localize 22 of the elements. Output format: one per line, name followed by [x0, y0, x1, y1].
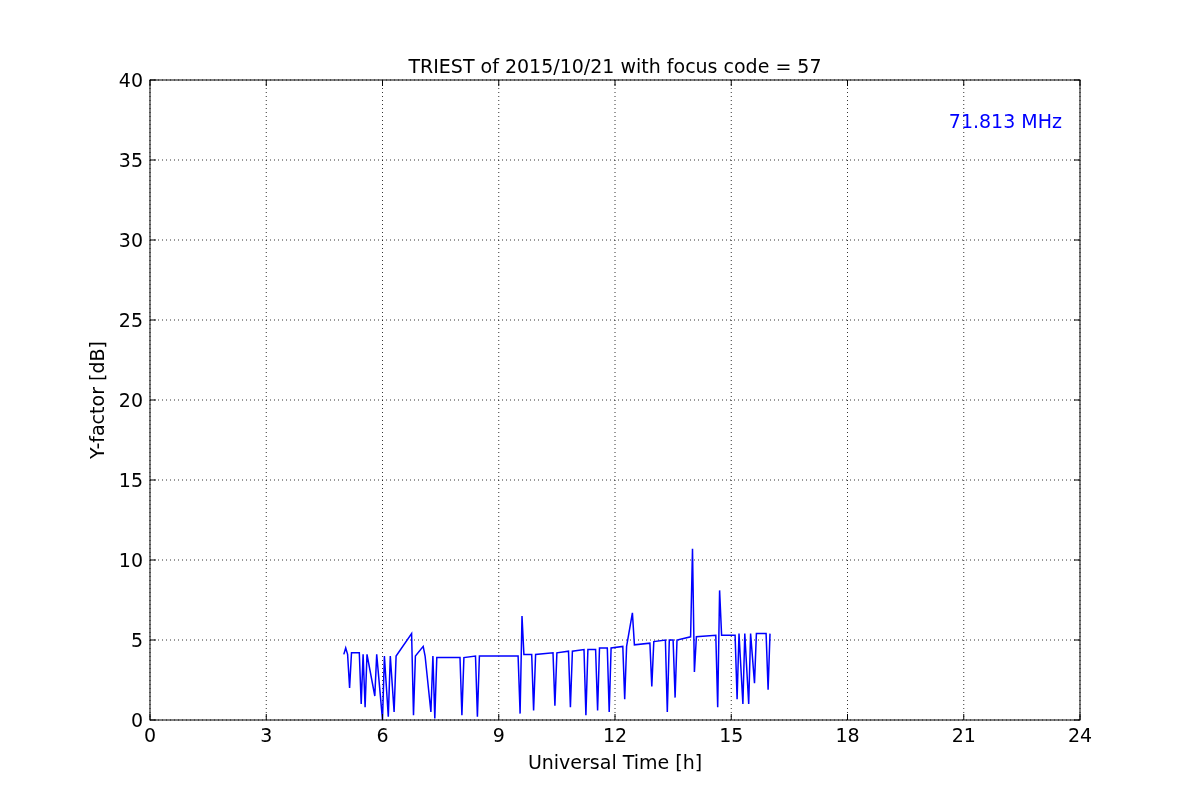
x-tick-label: 15	[719, 724, 744, 746]
x-tick-label: 0	[143, 724, 157, 746]
x-axis-label: Universal Time [h]	[527, 751, 703, 773]
x-tick-label: 12	[602, 724, 628, 746]
y-tick-label: 25	[118, 309, 143, 331]
x-tick-label: 6	[376, 724, 389, 746]
y-tick-label: 15	[118, 469, 143, 491]
chart-title: TRIEST of 2015/10/21 with focus code = 57	[408, 55, 822, 77]
y-tick-label: 10	[118, 549, 143, 571]
y-tick-label: 40	[118, 69, 143, 91]
y-tick-label: 5	[130, 629, 143, 651]
x-tick-label: 3	[260, 724, 273, 746]
x-tick-label: 18	[835, 724, 860, 746]
y-tick-label: 20	[118, 389, 143, 411]
y-tick-label: 0	[130, 709, 143, 731]
y-tick-label: 30	[118, 229, 143, 251]
y-tick-label: 35	[118, 149, 143, 171]
x-tick-label: 9	[492, 724, 505, 746]
x-tick-label: 21	[951, 724, 976, 746]
x-tick-label: 24	[1067, 724, 1093, 746]
series-label: 71.813 MHz	[948, 110, 1062, 132]
y-axis-label: Y-factor [dB]	[86, 341, 108, 459]
